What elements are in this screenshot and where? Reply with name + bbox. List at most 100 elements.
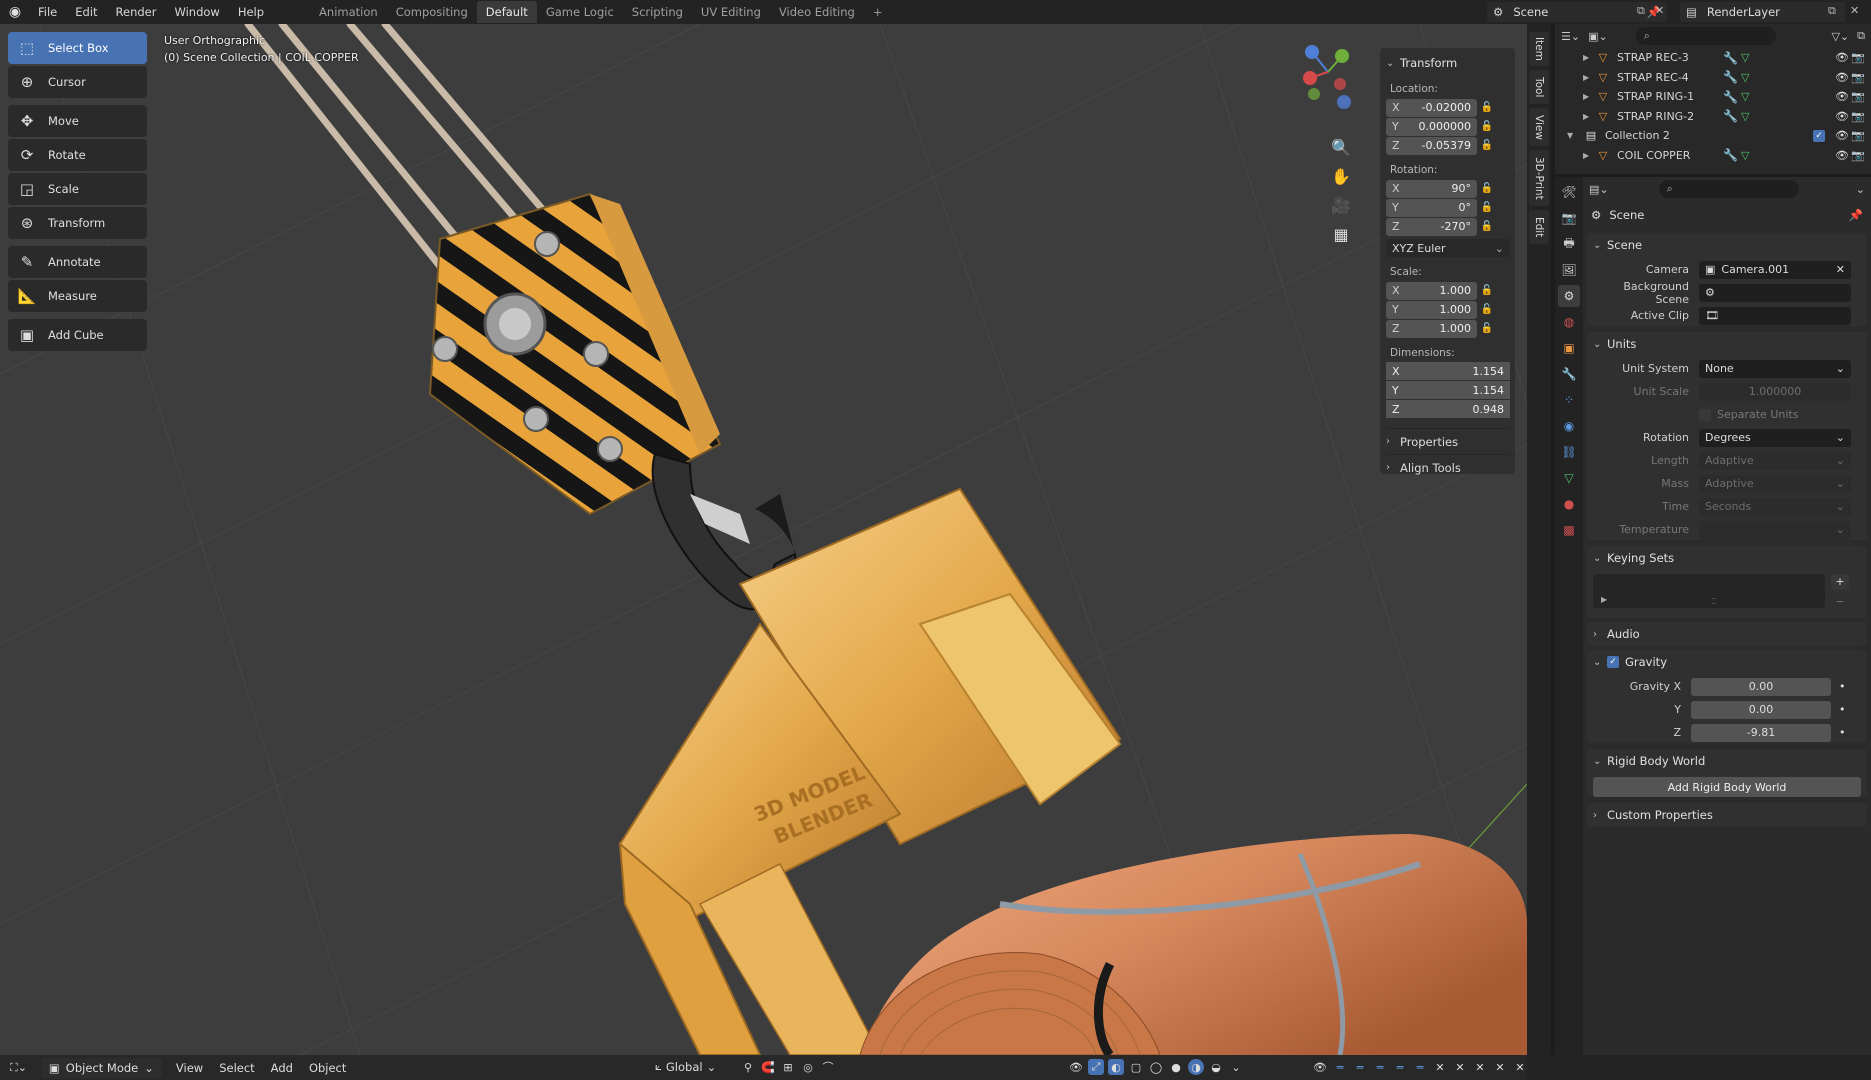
selectability-icon[interactable]: 👁 [1068, 1059, 1084, 1075]
tool-transform[interactable]: ⊛ Transform [8, 207, 147, 239]
expand-arrow-icon[interactable]: ▶ [1583, 112, 1595, 121]
rotation-y-field[interactable]: Y 0° [1386, 198, 1477, 217]
collection-visibility-icon[interactable]: ═ [1332, 1059, 1348, 1075]
rotation-x-field[interactable]: X 90° [1386, 179, 1477, 198]
background-scene-selector[interactable]: ⚙ [1699, 283, 1851, 302]
lock-icon[interactable]: 🔓 [1477, 102, 1497, 113]
gravity-x-field[interactable]: 0.00 [1691, 677, 1831, 696]
expand-arrow-icon[interactable]: ▶ [1583, 53, 1595, 62]
tab-edit[interactable]: Edit [1529, 210, 1549, 244]
outliner-row-strap-rec-3[interactable]: ▶ ▽ STRAP REC-3 🔧 ▽ 👁 📷 [1561, 48, 1871, 68]
units-section-header[interactable]: ⌄ Units [1587, 332, 1867, 356]
scale-y-field[interactable]: Y 1.000 [1386, 300, 1477, 319]
tool-move[interactable]: ✥ Move [8, 105, 147, 137]
expand-arrow-icon[interactable]: ▶ [1583, 73, 1595, 82]
snap-target-icon[interactable]: ⊞ [780, 1059, 796, 1075]
location-y-field[interactable]: Y 0.000000 [1386, 117, 1477, 136]
lock-icon[interactable]: 🔓 [1477, 304, 1497, 315]
rotation-mode-dropdown[interactable]: XYZ Euler ⌄ [1386, 239, 1510, 257]
camera-view-icon[interactable]: 🎥 [1328, 192, 1354, 218]
close-icon[interactable]: ✕ [1472, 1059, 1488, 1075]
resize-grip-icon[interactable]: ⁚⁚ [1711, 597, 1716, 606]
pivot-icon[interactable]: ⚲ [740, 1059, 756, 1075]
menu-window[interactable]: Window [166, 0, 227, 24]
clear-icon[interactable]: ✕ [1836, 263, 1845, 276]
lock-icon[interactable]: 🔓 [1477, 183, 1497, 194]
lock-icon[interactable]: 🔓 [1477, 140, 1497, 151]
tool-add-cube[interactable]: ▣ Add Cube [8, 319, 147, 351]
align-tools-subpanel[interactable]: › Align Tools [1386, 454, 1509, 480]
delete-scene-icon[interactable]: ✕ [1655, 4, 1664, 17]
view-layer-selector[interactable]: ▤ RenderLayer [1680, 2, 1845, 22]
physics-icon[interactable]: ◉ [1558, 415, 1580, 437]
gravity-section-header[interactable]: ⌄ ✓ Gravity [1587, 650, 1867, 674]
audio-section-header[interactable]: › Audio [1587, 622, 1867, 646]
scale-z-field[interactable]: Z 1.000 [1386, 319, 1477, 338]
proportional-edit-icon[interactable]: ◎ [800, 1059, 816, 1075]
particles-icon[interactable]: ⁘ [1558, 389, 1580, 411]
eye-icon[interactable]: 👁 [1835, 51, 1849, 64]
exclude-checkbox[interactable]: ✓ [1813, 129, 1825, 142]
menu-select[interactable]: Select [211, 1061, 262, 1075]
axis-gizmo[interactable] [1290, 34, 1360, 114]
expand-arrow-icon[interactable]: ▶ [1583, 151, 1595, 160]
solid-shading-icon[interactable]: ● [1168, 1059, 1184, 1075]
tab-video-editing[interactable]: Video Editing [770, 1, 864, 23]
tool-rotate[interactable]: ⟳ Rotate [8, 139, 147, 171]
grid-toggle-icon[interactable]: ▦ [1328, 221, 1354, 247]
separate-units-checkbox[interactable] [1699, 408, 1711, 421]
transform-orientation-dropdown[interactable]: ⟀ Global ⌄ [655, 1059, 716, 1074]
render-camera-icon[interactable]: 📷 [1851, 71, 1865, 84]
close-icon[interactable]: ✕ [1432, 1059, 1448, 1075]
add-workspace-icon[interactable]: + [864, 1, 892, 23]
camera-selector[interactable]: ▣ Camera.001 ✕ [1699, 260, 1851, 279]
expand-arrow-icon[interactable]: ▶ [1583, 92, 1595, 101]
menu-view[interactable]: View [168, 1061, 211, 1075]
keyframe-dot-icon[interactable]: • [1839, 726, 1846, 739]
close-icon[interactable]: ✕ [1512, 1059, 1528, 1075]
close-icon[interactable]: ✕ [1452, 1059, 1468, 1075]
output-icon[interactable]: 🖶 [1558, 233, 1580, 255]
tool-annotate[interactable]: ✎ Annotate [8, 246, 147, 278]
tool-select-box[interactable]: ⬚ Select Box [8, 32, 147, 64]
constraints-icon[interactable]: ⛓ [1558, 441, 1580, 463]
rotation-z-field[interactable]: Z -270° [1386, 217, 1477, 236]
lock-icon[interactable]: 🔓 [1477, 202, 1497, 213]
keying-sets-list[interactable]: ▶ ⁚⁚ [1593, 574, 1825, 608]
render-camera-icon[interactable]: 📷 [1851, 110, 1865, 123]
tool-scale[interactable]: ◲ Scale [8, 173, 147, 205]
properties-search-input[interactable]: ⌕ [1658, 180, 1799, 198]
gravity-checkbox[interactable]: ✓ [1607, 656, 1619, 668]
eye-icon[interactable]: 👁 [1835, 90, 1849, 103]
object-icon[interactable]: ▣ [1558, 337, 1580, 359]
collapse-arrow-icon[interactable]: ▼ [1567, 131, 1579, 140]
tool-measure[interactable]: 📐 Measure [8, 280, 147, 312]
menu-render[interactable]: Render [108, 0, 165, 24]
render-camera-icon[interactable]: 📷 [1851, 149, 1865, 162]
menu-edit[interactable]: Edit [67, 0, 105, 24]
display-mode-icon[interactable]: ☰⌄ [1561, 30, 1580, 43]
render-icon[interactable]: 📷 [1558, 207, 1580, 229]
time-dropdown[interactable]: Seconds ⌄ [1699, 497, 1851, 516]
new-view-layer-icon[interactable]: ⧉ [1828, 4, 1836, 18]
falloff-icon[interactable]: ⌒ [820, 1059, 836, 1075]
close-icon[interactable]: ✕ [1492, 1059, 1508, 1075]
pin-icon[interactable]: 📌 [1849, 208, 1863, 222]
tab-3d-print[interactable]: 3D-Print [1529, 150, 1549, 206]
custom-properties-header[interactable]: › Custom Properties [1587, 803, 1867, 827]
eye-icon[interactable]: 👁 [1312, 1059, 1328, 1075]
lock-icon[interactable]: 🔓 [1477, 285, 1497, 296]
tab-scripting[interactable]: Scripting [623, 1, 692, 23]
add-rigid-body-world-button[interactable]: Add Rigid Body World [1593, 777, 1861, 797]
filter-view-icon[interactable]: ▣⌄ [1588, 30, 1608, 43]
add-icon[interactable]: + [1831, 574, 1849, 590]
eye-icon[interactable]: 👁 [1835, 110, 1849, 123]
tab-compositing[interactable]: Compositing [387, 1, 477, 23]
mesh-data-icon[interactable]: ▽ [1558, 467, 1580, 489]
material-icon[interactable]: ● [1558, 493, 1580, 515]
new-collection-icon[interactable]: ⧉ [1857, 29, 1865, 43]
render-camera-icon[interactable]: 📷 [1851, 129, 1865, 142]
tab-view[interactable]: View [1529, 108, 1549, 146]
world-icon[interactable]: ◍ [1558, 311, 1580, 333]
modifier-wrench-icon[interactable]: 🔧 [1558, 363, 1580, 385]
